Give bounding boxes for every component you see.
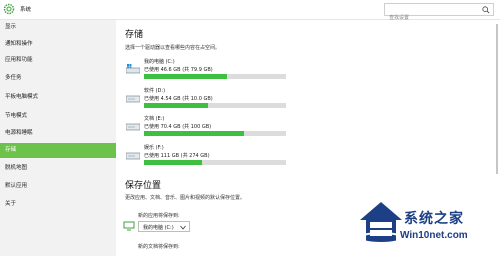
- monitor-icon: [123, 221, 135, 231]
- sidebar-item-power-sleep[interactable]: 电源和睡眠: [0, 126, 116, 140]
- sidebar-item-battery-saver[interactable]: 节电模式: [0, 109, 116, 123]
- drive-f[interactable]: 娱乐 (F:) 已使用 111 GB (共 274 GB): [126, 144, 286, 170]
- drive-icon: [126, 123, 140, 131]
- sidebar-item-notifications[interactable]: 通知和操作: [0, 37, 116, 51]
- windows-drive-icon: [126, 64, 140, 74]
- usage-bar-fill: [144, 131, 244, 136]
- sidebar-item-default-apps[interactable]: 默认应用: [0, 179, 116, 193]
- scrollbar[interactable]: [496, 24, 498, 174]
- drive-name: 软件 (D:): [144, 88, 166, 94]
- chevron-down-icon: [180, 225, 186, 230]
- usage-bar: [144, 160, 286, 165]
- search-icon[interactable]: [482, 6, 490, 14]
- title-bar: 系统: [0, 0, 500, 24]
- apps-save-dropdown[interactable]: 我的电脑 (C:): [138, 221, 190, 232]
- app-title: 系统: [20, 7, 32, 13]
- sidebar-item-offline-maps[interactable]: 脱机地图: [0, 161, 116, 175]
- docs-save-label: 新的文档将保存到:: [138, 244, 180, 250]
- drive-icon: [126, 152, 140, 160]
- drive-icon: [126, 95, 140, 103]
- storage-description: 选择一个驱动器以查看哪些内容在占空间。: [125, 45, 221, 51]
- usage-bar: [144, 74, 286, 79]
- usage-bar: [144, 131, 286, 136]
- drive-e[interactable]: 文档 (E:) 已使用 70.4 GB (共 100 GB): [126, 115, 286, 141]
- watermark-text-cn: 系统之家: [404, 211, 464, 227]
- sidebar-item-storage[interactable]: 存储: [0, 143, 116, 158]
- drive-usage: 已使用 46.6 GB (共 79.9 GB): [144, 67, 213, 73]
- dropdown-value: 我的电脑 (C:): [143, 225, 174, 231]
- drive-name: 文档 (E:): [144, 116, 165, 122]
- watermark-text-en: Win10net.com: [400, 230, 468, 241]
- drive-usage: 已使用 4.54 GB (共 10.0 GB): [144, 96, 213, 102]
- house-logo-icon: [358, 202, 404, 244]
- sidebar-item-about[interactable]: 关于: [0, 197, 116, 211]
- drive-d[interactable]: 软件 (D:) 已使用 4.54 GB (共 10.0 GB): [126, 87, 286, 113]
- sidebar-item-apps[interactable]: 应用和功能: [0, 53, 116, 67]
- gear-icon: [3, 3, 15, 15]
- usage-bar-fill: [144, 103, 209, 108]
- drive-c[interactable]: 我的电脑 (C:) 已使用 46.6 GB (共 79.9 GB): [126, 58, 286, 84]
- storage-heading: 存储: [125, 30, 144, 40]
- sidebar-item-display[interactable]: 显示: [0, 20, 116, 34]
- usage-bar-fill: [144, 74, 227, 79]
- save-locations-description: 更改应用、文档、音乐、图片和视频的默认保存位置。: [125, 195, 246, 201]
- search-box[interactable]: [384, 3, 494, 24]
- drive-usage: 已使用 111 GB (共 274 GB): [144, 153, 210, 159]
- sidebar: 显示 通知和操作 应用和功能 多任务 平板电脑模式 节电模式 电源和睡眠 存储 …: [0, 20, 116, 256]
- apps-save-label: 新的应用将保存到:: [138, 213, 180, 219]
- watermark: 系统之家 Win10net.com: [356, 196, 500, 256]
- sidebar-item-tablet-mode[interactable]: 平板电脑模式: [0, 90, 116, 104]
- usage-bar-fill: [144, 160, 202, 165]
- drive-usage: 已使用 70.4 GB (共 100 GB): [144, 124, 212, 130]
- drive-name: 娱乐 (F:): [144, 145, 164, 151]
- drive-name: 我的电脑 (C:): [144, 59, 175, 65]
- sidebar-item-multitasking[interactable]: 多任务: [0, 71, 116, 85]
- usage-bar: [144, 103, 286, 108]
- save-locations-heading: 保存位置: [125, 181, 162, 191]
